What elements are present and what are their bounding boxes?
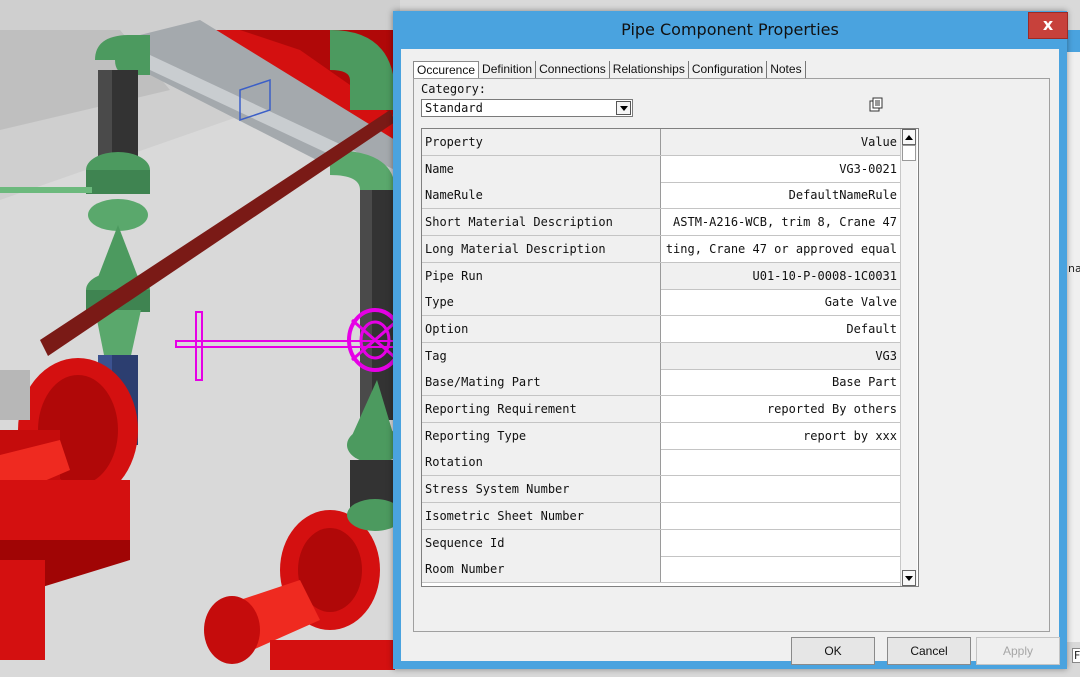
grid-row-property: Option: [422, 316, 661, 342]
tab-definition[interactable]: Definition: [479, 61, 537, 78]
grid-row-value[interactable]: VG3-0021: [661, 156, 900, 182]
grid-row-value[interactable]: [661, 476, 900, 502]
grid-header-property: Property: [422, 129, 661, 155]
grid-row-value[interactable]: [661, 530, 900, 556]
grid-row-property: Name: [422, 156, 661, 182]
grid-row-value[interactable]: [661, 449, 900, 475]
grid-row[interactable]: NameRule DefaultNameRule: [422, 182, 900, 209]
tab-notes[interactable]: Notes: [767, 61, 806, 78]
pipe-component-properties-dialog: Pipe Component Properties x Occurence De…: [393, 11, 1068, 669]
tab-panel-occurence: Category: Standard Property Value Name V…: [413, 78, 1050, 632]
grid-row-value[interactable]: report by xxx: [661, 423, 900, 449]
close-button[interactable]: x: [1028, 12, 1068, 39]
grid-row-property: Room Number: [422, 556, 661, 582]
grid-row-property: Type: [422, 289, 661, 315]
grid-row[interactable]: Short Material Description ASTM-A216-WCB,…: [422, 209, 900, 236]
grid-row[interactable]: Pipe Run U01-10-P-0008-1C0031: [422, 263, 900, 290]
tab-connections[interactable]: Connections: [536, 61, 610, 78]
grid-row-property: NameRule: [422, 182, 661, 208]
scroll-up-icon[interactable]: [902, 129, 916, 145]
grid-row[interactable]: Reporting Requirement reported By others: [422, 396, 900, 423]
grid-row[interactable]: Tag VG3: [422, 343, 900, 370]
grid-row-property: Short Material Description: [422, 209, 661, 235]
grid-row-value[interactable]: Base Part: [661, 369, 900, 395]
grid-row-value[interactable]: U01-10-P-0008-1C0031: [661, 263, 900, 289]
scrollbar-thumb[interactable]: [902, 145, 916, 161]
grid-row[interactable]: Reporting Type report by xxx: [422, 423, 900, 450]
grid-row[interactable]: Option Default: [422, 316, 900, 343]
grid-row[interactable]: Long Material Description ting, Crane 47 …: [422, 236, 900, 263]
tab-bar: Occurence Definition Connections Relatio…: [413, 61, 806, 79]
grid-row-property: Reporting Type: [422, 423, 661, 449]
grid-row[interactable]: Sequence Id: [422, 530, 900, 557]
grid-row-property: Pipe Run: [422, 263, 661, 289]
grid-row-value[interactable]: ASTM-A216-WCB, trim 8, Crane 47: [661, 209, 900, 235]
grid-row[interactable]: Isometric Sheet Number: [422, 503, 900, 530]
grid-row-value[interactable]: Gate Valve: [661, 289, 900, 315]
grid-row[interactable]: Name VG3-0021: [422, 156, 900, 183]
grid-row-property: Base/Mating Part: [422, 369, 661, 395]
dialog-client-area: Occurence Definition Connections Relatio…: [401, 49, 1060, 665]
grid-header-row: Property Value: [422, 129, 900, 156]
grid-row-value[interactable]: [661, 503, 900, 529]
edge-clipped-text-bottom: F: [1072, 648, 1080, 663]
grid-row-property: Long Material Description: [422, 236, 661, 262]
grid-row-value[interactable]: DefaultNameRule: [661, 182, 900, 208]
grid-row-property: Rotation: [422, 449, 661, 475]
chevron-down-icon[interactable]: [616, 101, 631, 115]
grid-row[interactable]: Base/Mating Part Base Part: [422, 369, 900, 396]
property-grid: Property Value Name VG3-0021 NameRule Defau…: [421, 128, 919, 587]
close-icon: x: [1042, 15, 1054, 34]
dialog-title: Pipe Component Properties: [621, 20, 839, 39]
grid-row-value[interactable]: VG3: [661, 343, 900, 369]
grid-row-property: Stress System Number: [422, 476, 661, 502]
category-select[interactable]: Standard: [421, 99, 633, 117]
category-selected-value: Standard: [425, 101, 483, 115]
grid-row[interactable]: Rotation: [422, 449, 900, 476]
property-pages-icon[interactable]: [867, 97, 885, 114]
grid-row[interactable]: Stress System Number: [422, 476, 900, 503]
grid-header-value: Value: [661, 129, 900, 155]
grid-row-property: Isometric Sheet Number: [422, 503, 661, 529]
grid-row-value[interactable]: reported By others: [661, 396, 900, 422]
dialog-titlebar[interactable]: Pipe Component Properties x: [393, 11, 1068, 49]
edge-clipped-text: na: [1068, 262, 1080, 275]
grid-row[interactable]: Room Number: [422, 556, 900, 583]
grid-row-value[interactable]: Default: [661, 316, 900, 342]
apply-button[interactable]: Apply: [976, 637, 1060, 665]
category-label: Category:: [421, 82, 487, 96]
tab-relationships[interactable]: Relationships: [610, 61, 689, 78]
grid-row[interactable]: Type Gate Valve: [422, 289, 900, 316]
ok-button[interactable]: OK: [791, 637, 875, 665]
grid-row-property: Tag: [422, 343, 661, 369]
tab-configuration[interactable]: Configuration: [689, 61, 768, 78]
tab-occurence[interactable]: Occurence: [413, 61, 480, 79]
grid-row-property: Reporting Requirement: [422, 396, 661, 422]
grid-vertical-scrollbar[interactable]: [900, 129, 917, 586]
grid-row-value[interactable]: ting, Crane 47 or approved equal: [661, 236, 900, 262]
scroll-down-icon[interactable]: [902, 570, 916, 586]
cancel-button[interactable]: Cancel: [887, 637, 971, 665]
grid-row-value[interactable]: [661, 556, 900, 582]
grid-row-property: Sequence Id: [422, 530, 661, 556]
